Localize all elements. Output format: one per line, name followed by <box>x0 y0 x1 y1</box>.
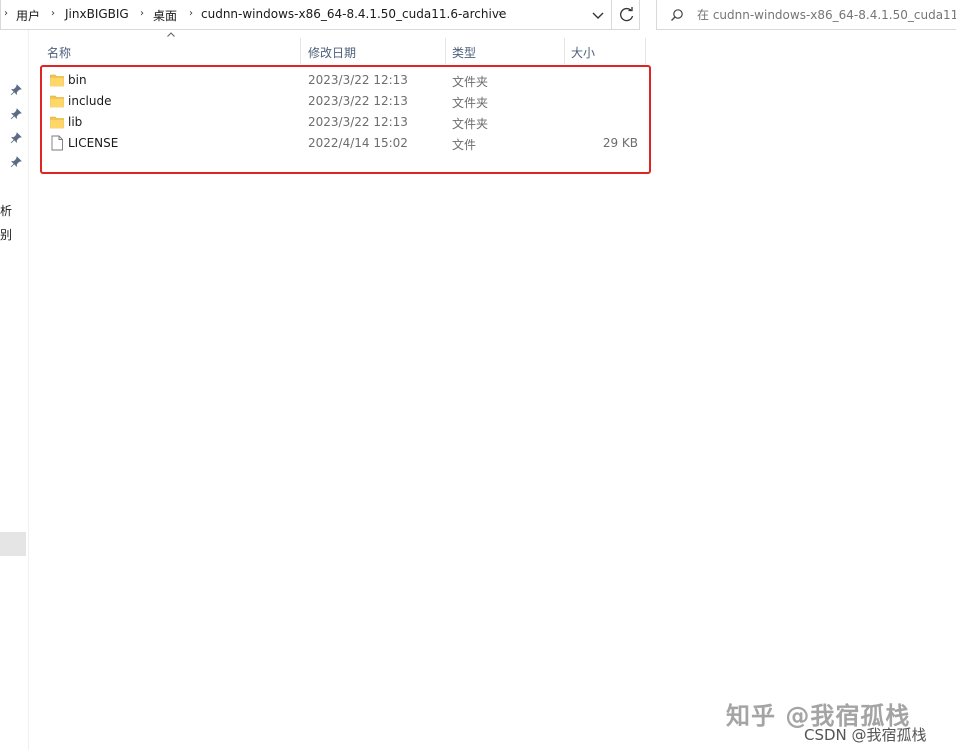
column-header-date[interactable]: 修改日期 <box>308 44 356 61</box>
file-date: 2023/3/22 12:13 <box>308 115 408 129</box>
chevron-right-icon[interactable]: › <box>140 8 144 19</box>
nav-item-label[interactable]: 析 <box>0 202 12 219</box>
breadcrumb-current-folder[interactable]: cudnn-windows-x86_64-8.4.1.50_cuda11.6-a… <box>201 7 506 21</box>
column-divider[interactable] <box>564 38 565 64</box>
refresh-button[interactable] <box>611 0 641 30</box>
folder-icon <box>50 116 64 129</box>
chevron-down-icon[interactable] <box>587 3 609 27</box>
pin-icon <box>10 108 22 120</box>
chevron-right-icon[interactable]: › <box>51 8 55 19</box>
breadcrumb-desktop[interactable]: 桌面 <box>153 7 177 24</box>
nav-item-label[interactable]: 别 <box>0 226 12 243</box>
file-row-include[interactable]: include 2023/3/22 12:13 文件夹 <box>44 91 644 112</box>
breadcrumb-users[interactable]: 用户 <box>16 7 40 24</box>
file-type: 文件夹 <box>452 117 489 131</box>
file-date: 2022/4/14 15:02 <box>308 136 408 150</box>
column-divider[interactable] <box>645 38 646 64</box>
chevron-right-icon[interactable]: › <box>498 8 502 19</box>
folder-icon <box>50 74 64 87</box>
file-row-lib[interactable]: lib 2023/3/22 12:13 文件夹 <box>44 112 644 133</box>
file-name: include <box>68 94 112 108</box>
file-row-bin[interactable]: bin 2023/3/22 12:13 文件夹 <box>44 70 644 91</box>
file-row-license[interactable]: LICENSE 2022/4/14 15:02 文件 29 KB <box>44 133 644 154</box>
file-date: 2023/3/22 12:13 <box>308 94 408 108</box>
file-name: LICENSE <box>68 136 119 150</box>
refresh-icon <box>620 7 634 22</box>
file-date: 2023/3/22 12:13 <box>308 73 408 87</box>
file-name: bin <box>68 73 87 87</box>
file-type: 文件夹 <box>452 75 489 89</box>
pin-icon <box>10 84 22 96</box>
sort-ascending-icon <box>167 32 175 37</box>
address-bar[interactable]: › 用户 › JinxBIGBIG › 桌面 › cudnn-windows-x… <box>0 0 640 30</box>
file-icon <box>51 135 63 151</box>
pin-icon <box>10 156 22 168</box>
chevron-right-icon[interactable]: › <box>189 8 193 19</box>
file-type: 文件夹 <box>452 96 489 110</box>
navigation-pane[interactable]: 析 别 <box>0 30 29 750</box>
column-header-type[interactable]: 类型 <box>452 44 476 61</box>
folder-icon <box>50 95 64 108</box>
file-size: 29 KB <box>602 136 638 150</box>
search-icon <box>671 9 683 21</box>
nav-item-selected[interactable] <box>0 532 26 556</box>
file-type: 文件 <box>452 138 477 152</box>
column-divider[interactable] <box>445 38 446 64</box>
pin-icon <box>10 132 22 144</box>
chevron-right-icon[interactable]: › <box>4 8 8 19</box>
search-input[interactable] <box>697 5 956 25</box>
column-header-name[interactable]: 名称 <box>47 44 71 61</box>
watermark-csdn: CSDN @我宿孤栈 <box>804 726 927 744</box>
file-name: lib <box>68 115 83 129</box>
breadcrumb-user-folder[interactable]: JinxBIGBIG <box>65 7 129 21</box>
column-header-size[interactable]: 大小 <box>571 44 595 61</box>
search-box[interactable] <box>656 0 956 30</box>
column-divider[interactable] <box>300 38 301 64</box>
